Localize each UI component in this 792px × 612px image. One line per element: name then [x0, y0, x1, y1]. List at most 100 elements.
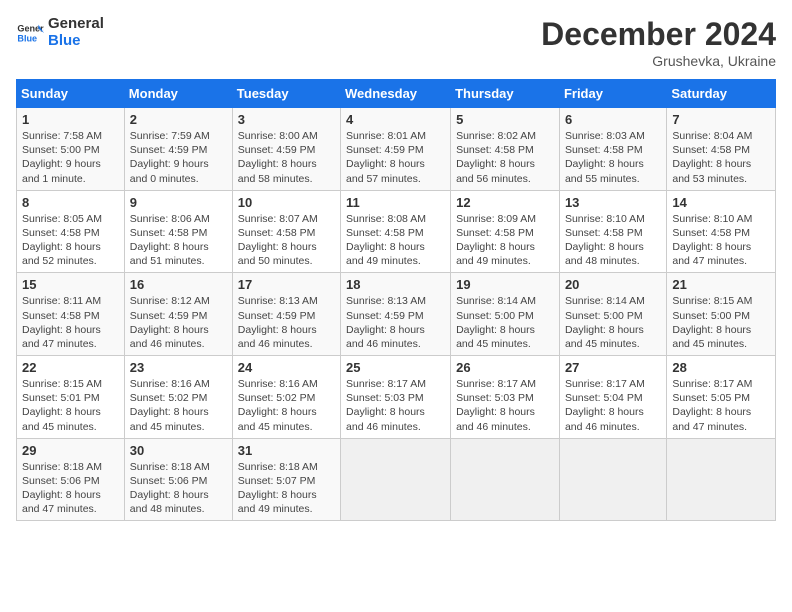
day-number: 19	[456, 277, 554, 292]
day-detail: Sunrise: 8:14 AM Sunset: 5:00 PM Dayligh…	[456, 294, 554, 351]
day-detail: Sunrise: 8:03 AM Sunset: 4:58 PM Dayligh…	[565, 129, 661, 186]
day-number: 14	[672, 195, 770, 210]
day-number: 1	[22, 112, 119, 127]
header-monday: Monday	[124, 80, 232, 108]
calendar-cell: 14 Sunrise: 8:10 AM Sunset: 4:58 PM Dayli…	[667, 190, 776, 273]
day-number: 4	[346, 112, 445, 127]
calendar-cell: 2Sunrise: 7:59 AM Sunset: 4:59 PM Daylig…	[124, 108, 232, 191]
header-sunday: Sunday	[17, 80, 125, 108]
calendar-cell: 20 Sunrise: 8:14 AM Sunset: 5:00 PM Dayli…	[559, 273, 666, 356]
day-detail: Sunrise: 8:08 AM Sunset: 4:58 PM Dayligh…	[346, 212, 445, 269]
calendar-cell: 16Sunrise: 8:12 AM Sunset: 4:59 PM Dayli…	[124, 273, 232, 356]
day-number: 3	[238, 112, 335, 127]
calendar-cell: 25Sunrise: 8:17 AM Sunset: 5:03 PM Dayli…	[341, 356, 451, 439]
day-detail: Sunrise: 8:10 AM Sunset: 4:58 PM Dayligh…	[565, 212, 661, 269]
day-number: 9	[130, 195, 227, 210]
day-detail: Sunrise: 8:18 AM Sunset: 5:06 PM Dayligh…	[22, 460, 119, 517]
calendar-cell: 30 Sunrise: 8:18 AM Sunset: 5:06 PM Dayli…	[124, 438, 232, 521]
day-detail: Sunrise: 8:13 AM Sunset: 4:59 PM Dayligh…	[346, 294, 445, 351]
calendar-week-5: 29 Sunrise: 8:18 AM Sunset: 5:06 PM Dayli…	[17, 438, 776, 521]
day-number: 11	[346, 195, 445, 210]
calendar-cell: 4 Sunrise: 8:01 AM Sunset: 4:59 PM Daylig…	[341, 108, 451, 191]
day-detail: Sunrise: 8:05 AM Sunset: 4:58 PM Dayligh…	[22, 212, 119, 269]
header-thursday: Thursday	[451, 80, 560, 108]
calendar-cell: 11 Sunrise: 8:08 AM Sunset: 4:58 PM Dayli…	[341, 190, 451, 273]
calendar-cell: 15 Sunrise: 8:11 AM Sunset: 4:58 PM Dayli…	[17, 273, 125, 356]
calendar-cell	[451, 438, 560, 521]
calendar-cell: 7Sunrise: 8:04 AM Sunset: 4:58 PM Daylig…	[667, 108, 776, 191]
calendar-cell: 19 Sunrise: 8:14 AM Sunset: 5:00 PM Dayli…	[451, 273, 560, 356]
day-number: 21	[672, 277, 770, 292]
day-number: 17	[238, 277, 335, 292]
calendar-week-1: 1 Sunrise: 7:58 AM Sunset: 5:00 PM Daylig…	[17, 108, 776, 191]
day-detail: Sunrise: 8:14 AM Sunset: 5:00 PM Dayligh…	[565, 294, 661, 351]
logo-line2: Blue	[48, 33, 104, 50]
day-number: 27	[565, 360, 661, 375]
calendar-week-2: 8 Sunrise: 8:05 AM Sunset: 4:58 PM Daylig…	[17, 190, 776, 273]
day-detail: Sunrise: 8:09 AM Sunset: 4:58 PM Dayligh…	[456, 212, 554, 269]
day-number: 22	[22, 360, 119, 375]
day-detail: Sunrise: 8:18 AM Sunset: 5:07 PM Dayligh…	[238, 460, 335, 517]
page-header: General Blue General Blue December 2024 …	[16, 16, 776, 69]
calendar-cell: 12 Sunrise: 8:09 AM Sunset: 4:58 PM Dayli…	[451, 190, 560, 273]
header-saturday: Saturday	[667, 80, 776, 108]
calendar-cell: 29 Sunrise: 8:18 AM Sunset: 5:06 PM Dayli…	[17, 438, 125, 521]
day-detail: Sunrise: 8:10 AM Sunset: 4:58 PM Dayligh…	[672, 212, 770, 269]
calendar-cell: 6 Sunrise: 8:03 AM Sunset: 4:58 PM Daylig…	[559, 108, 666, 191]
day-number: 12	[456, 195, 554, 210]
title-block: December 2024 Grushevka, Ukraine	[541, 16, 776, 69]
svg-text:Blue: Blue	[17, 33, 37, 43]
logo: General Blue General Blue	[16, 16, 104, 49]
day-detail: Sunrise: 8:07 AM Sunset: 4:58 PM Dayligh…	[238, 212, 335, 269]
calendar-cell: 5Sunrise: 8:02 AM Sunset: 4:58 PM Daylig…	[451, 108, 560, 191]
day-number: 20	[565, 277, 661, 292]
day-detail: Sunrise: 8:18 AM Sunset: 5:06 PM Dayligh…	[130, 460, 227, 517]
calendar-week-3: 15 Sunrise: 8:11 AM Sunset: 4:58 PM Dayli…	[17, 273, 776, 356]
calendar-cell: 23Sunrise: 8:16 AM Sunset: 5:02 PM Dayli…	[124, 356, 232, 439]
calendar-cell: 24 Sunrise: 8:16 AM Sunset: 5:02 PM Dayli…	[232, 356, 340, 439]
day-detail: Sunrise: 8:00 AM Sunset: 4:59 PM Dayligh…	[238, 129, 335, 186]
day-detail: Sunrise: 8:02 AM Sunset: 4:58 PM Dayligh…	[456, 129, 554, 186]
day-number: 24	[238, 360, 335, 375]
header-tuesday: Tuesday	[232, 80, 340, 108]
logo-line1: General	[48, 16, 104, 33]
calendar-table: SundayMondayTuesdayWednesdayThursdayFrid…	[16, 79, 776, 521]
day-detail: Sunrise: 8:01 AM Sunset: 4:59 PM Dayligh…	[346, 129, 445, 186]
calendar-week-4: 22Sunrise: 8:15 AM Sunset: 5:01 PM Dayli…	[17, 356, 776, 439]
day-number: 15	[22, 277, 119, 292]
day-number: 10	[238, 195, 335, 210]
day-number: 25	[346, 360, 445, 375]
day-detail: Sunrise: 8:12 AM Sunset: 4:59 PM Dayligh…	[130, 294, 227, 351]
day-detail: Sunrise: 8:17 AM Sunset: 5:05 PM Dayligh…	[672, 377, 770, 434]
day-detail: Sunrise: 8:13 AM Sunset: 4:59 PM Dayligh…	[238, 294, 335, 351]
day-number: 30	[130, 443, 227, 458]
day-detail: Sunrise: 7:58 AM Sunset: 5:00 PM Dayligh…	[22, 129, 119, 186]
header-friday: Friday	[559, 80, 666, 108]
calendar-cell: 13 Sunrise: 8:10 AM Sunset: 4:58 PM Dayli…	[559, 190, 666, 273]
calendar-cell: 18 Sunrise: 8:13 AM Sunset: 4:59 PM Dayli…	[341, 273, 451, 356]
calendar-cell: 27Sunrise: 8:17 AM Sunset: 5:04 PM Dayli…	[559, 356, 666, 439]
day-detail: Sunrise: 8:16 AM Sunset: 5:02 PM Dayligh…	[238, 377, 335, 434]
calendar-cell	[341, 438, 451, 521]
day-number: 6	[565, 112, 661, 127]
day-detail: Sunrise: 8:16 AM Sunset: 5:02 PM Dayligh…	[130, 377, 227, 434]
calendar-cell	[559, 438, 666, 521]
day-number: 29	[22, 443, 119, 458]
logo-icon: General Blue	[16, 19, 44, 47]
day-number: 7	[672, 112, 770, 127]
day-number: 2	[130, 112, 227, 127]
day-number: 28	[672, 360, 770, 375]
calendar-cell: 10 Sunrise: 8:07 AM Sunset: 4:58 PM Dayli…	[232, 190, 340, 273]
day-detail: Sunrise: 8:15 AM Sunset: 5:00 PM Dayligh…	[672, 294, 770, 351]
day-number: 31	[238, 443, 335, 458]
day-number: 8	[22, 195, 119, 210]
location-subtitle: Grushevka, Ukraine	[541, 53, 776, 69]
day-number: 18	[346, 277, 445, 292]
calendar-cell: 31 Sunrise: 8:18 AM Sunset: 5:07 PM Dayli…	[232, 438, 340, 521]
calendar-cell: 22Sunrise: 8:15 AM Sunset: 5:01 PM Dayli…	[17, 356, 125, 439]
day-detail: Sunrise: 8:11 AM Sunset: 4:58 PM Dayligh…	[22, 294, 119, 351]
day-number: 13	[565, 195, 661, 210]
calendar-cell: 1 Sunrise: 7:58 AM Sunset: 5:00 PM Daylig…	[17, 108, 125, 191]
calendar-header-row: SundayMondayTuesdayWednesdayThursdayFrid…	[17, 80, 776, 108]
calendar-cell: 17 Sunrise: 8:13 AM Sunset: 4:59 PM Dayli…	[232, 273, 340, 356]
